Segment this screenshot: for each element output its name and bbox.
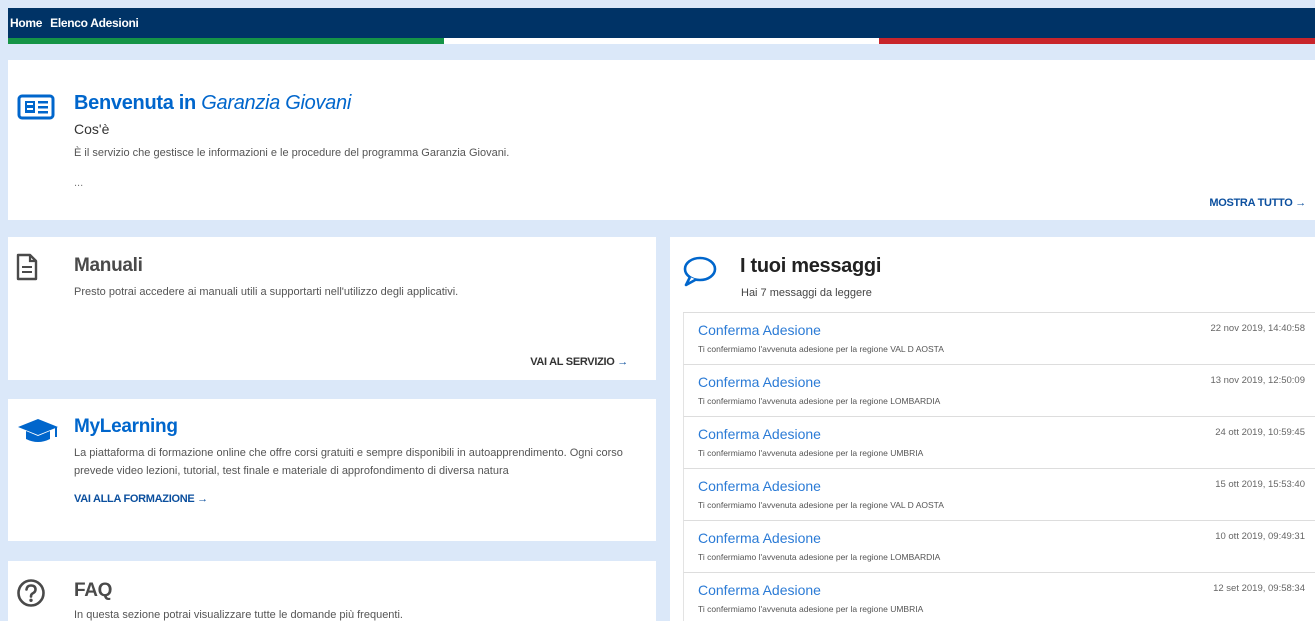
- italian-flag-stripe: [8, 38, 1315, 44]
- message-item[interactable]: Conferma Adesione Ti confermiamo l'avven…: [683, 365, 1315, 417]
- faq-card: FAQ In questa sezione potrai visualizzar…: [8, 561, 656, 621]
- message-date: 10 ott 2019, 09:49:31: [1215, 531, 1305, 542]
- manuali-text: Presto potrai accedere ai manuali utili …: [74, 286, 459, 298]
- faq-title: FAQ: [74, 580, 113, 601]
- message-title[interactable]: Conferma Adesione: [698, 478, 821, 494]
- message-item[interactable]: Conferma Adesione Ti confermiamo l'avven…: [683, 573, 1315, 621]
- document-icon: [16, 253, 38, 286]
- arrow-right-icon: →: [197, 493, 208, 505]
- message-body: Ti confermiamo l'avvenuta adesione per l…: [698, 448, 924, 458]
- arrow-right-icon: →: [1295, 197, 1306, 209]
- manuali-card: Manuali Presto potrai accedere ai manual…: [8, 237, 656, 380]
- message-item[interactable]: Conferma Adesione Ti confermiamo l'avven…: [683, 417, 1315, 469]
- message-date: 13 nov 2019, 12:50:09: [1210, 375, 1305, 386]
- message-title[interactable]: Conferma Adesione: [698, 530, 821, 546]
- welcome-title: Benvenuta in Garanzia Giovani: [74, 92, 351, 114]
- welcome-description: È il servizio che gestisce le informazio…: [74, 147, 510, 159]
- welcome-card: Benvenuta in Garanzia Giovani Cos'è È il…: [8, 60, 1315, 220]
- message-title[interactable]: Conferma Adesione: [698, 374, 821, 390]
- speech-bubble-icon: [682, 255, 718, 292]
- question-circle-icon: [16, 578, 46, 613]
- messages-count: Hai 7 messaggi da leggere: [741, 287, 872, 299]
- message-body: Ti confermiamo l'avvenuta adesione per l…: [698, 396, 941, 406]
- message-body: Ti confermiamo l'avvenuta adesione per l…: [698, 344, 944, 354]
- message-date: 12 set 2019, 09:58:34: [1213, 583, 1305, 594]
- mylearning-text: La piattaforma di formazione online che …: [74, 447, 623, 477]
- message-item[interactable]: Conferma Adesione Ti confermiamo l'avven…: [683, 521, 1315, 573]
- arrow-right-icon: →: [617, 356, 628, 368]
- messages-title: I tuoi messaggi: [740, 255, 882, 277]
- message-date: 15 ott 2019, 15:53:40: [1215, 479, 1305, 490]
- message-date: 22 nov 2019, 14:40:58: [1210, 323, 1305, 334]
- nav-home-link[interactable]: Home: [10, 16, 42, 30]
- newspaper-icon: [16, 93, 56, 126]
- mylearning-title: MyLearning: [74, 416, 178, 437]
- top-nav-bar: Home Elenco Adesioni: [8, 8, 1315, 38]
- faq-text: In questa sezione potrai visualizzare tu…: [74, 609, 403, 621]
- messages-list: Conferma Adesione Ti confermiamo l'avven…: [683, 312, 1315, 621]
- message-title[interactable]: Conferma Adesione: [698, 322, 821, 338]
- vai-alla-formazione-link[interactable]: VAI ALLA FORMAZIONE →: [74, 493, 208, 505]
- welcome-ellipsis: ...: [74, 177, 84, 189]
- manuali-title: Manuali: [74, 255, 143, 276]
- message-item[interactable]: Conferma Adesione Ti confermiamo l'avven…: [683, 469, 1315, 521]
- message-body: Ti confermiamo l'avvenuta adesione per l…: [698, 552, 941, 562]
- message-title[interactable]: Conferma Adesione: [698, 426, 821, 442]
- nav-elenco-adesioni-link[interactable]: Elenco Adesioni: [50, 16, 139, 30]
- message-body: Ti confermiamo l'avvenuta adesione per l…: [698, 500, 944, 510]
- graduation-cap-icon: [16, 417, 60, 450]
- message-item[interactable]: Conferma Adesione Ti confermiamo l'avven…: [683, 313, 1315, 365]
- welcome-subtitle: Cos'è: [74, 121, 110, 137]
- mylearning-card: MyLearning La piattaforma di formazione …: [8, 399, 656, 541]
- vai-al-servizio-link[interactable]: VAI AL SERVIZIO →: [530, 356, 628, 368]
- message-date: 24 ott 2019, 10:59:45: [1215, 427, 1305, 438]
- show-all-link[interactable]: MOSTRA TUTTO →: [1209, 197, 1306, 209]
- message-body: Ti confermiamo l'avvenuta adesione per l…: [698, 604, 924, 614]
- messages-card: I tuoi messaggi Hai 7 messaggi da legger…: [670, 237, 1315, 621]
- message-title[interactable]: Conferma Adesione: [698, 582, 821, 598]
